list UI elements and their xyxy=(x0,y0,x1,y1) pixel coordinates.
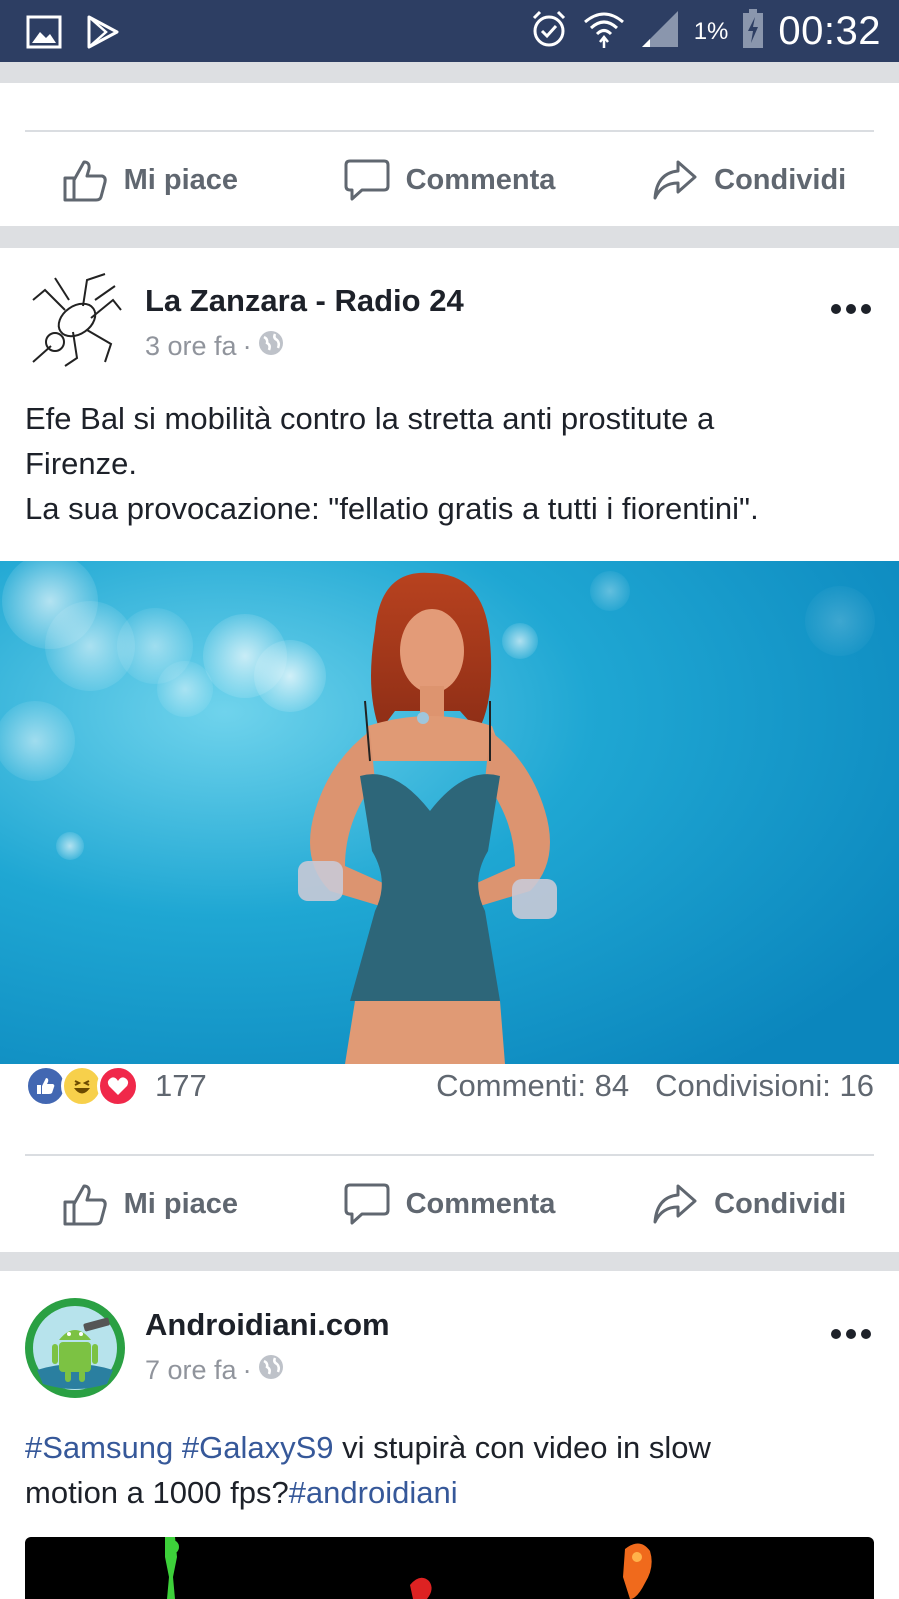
thumb-up-icon xyxy=(62,1182,108,1226)
hashtag-link[interactable]: #androidiani xyxy=(289,1475,458,1510)
action-bar: Mi piace Commenta Condividi xyxy=(0,132,899,228)
hashtag-link[interactable]: #GalaxyS9 xyxy=(182,1430,334,1465)
battery-percent: 1% xyxy=(693,17,729,45)
share-icon xyxy=(652,159,698,201)
page-name[interactable]: La Zanzara - Radio 24 xyxy=(145,283,464,319)
page-avatar[interactable] xyxy=(25,270,125,370)
gallery-icon xyxy=(26,15,62,54)
play-store-icon xyxy=(86,14,120,55)
timestamp: 7 ore fa xyxy=(145,1355,237,1385)
globe-icon xyxy=(258,330,284,363)
separator: · xyxy=(242,1355,252,1385)
battery-charging-icon xyxy=(742,9,764,54)
share-icon xyxy=(652,1183,698,1225)
post-card: Androidiani.com 7 ore fa · #Samsung #Gal… xyxy=(0,1271,899,1599)
like-button[interactable]: Mi piace xyxy=(0,132,300,228)
post-text: Efe Bal si mobilità contro la stretta an… xyxy=(25,396,875,531)
post-time: 7 ore fa · xyxy=(145,1354,284,1387)
comment-icon xyxy=(344,158,390,202)
post-text-line: motion a 1000 fps?#androidiani xyxy=(25,1470,875,1515)
more-icon[interactable] xyxy=(831,1329,871,1339)
comment-label: Commenta xyxy=(405,163,556,196)
post-text: #Samsung #GalaxyS9 vi stupirà con video … xyxy=(25,1425,875,1515)
share-label: Condividi xyxy=(714,163,847,196)
comment-button[interactable]: Commenta xyxy=(300,1156,600,1252)
post-video-thumbnail[interactable] xyxy=(25,1537,874,1599)
like-button[interactable]: Mi piace xyxy=(0,1156,300,1252)
status-bar: 1% 00:32 xyxy=(0,0,899,62)
post-photo[interactable] xyxy=(0,561,899,1064)
love-reaction-icon xyxy=(97,1065,139,1107)
video-paint-splash-preview xyxy=(165,1537,652,1599)
comment-label: Commenta xyxy=(405,1187,556,1220)
more-icon[interactable] xyxy=(831,304,871,314)
page-name[interactable]: Androidiani.com xyxy=(145,1307,390,1343)
comment-icon xyxy=(344,1182,390,1226)
reactions-summary[interactable]: 177 xyxy=(25,1065,207,1107)
share-button[interactable]: Condividi xyxy=(599,132,899,228)
post-text-line: #Samsung #GalaxyS9 vi stupirà con video … xyxy=(25,1425,875,1470)
post-text-line: Firenze. xyxy=(25,446,137,481)
post-text-line: Efe Bal si mobilità contro la stretta an… xyxy=(25,401,715,436)
share-label: Condividi xyxy=(714,1187,847,1220)
post-text-part: vi stupirà con video in slow xyxy=(333,1430,711,1465)
post-card: La Zanzara - Radio 24 3 ore fa · Efe Bal… xyxy=(0,248,899,1252)
separator: · xyxy=(242,331,252,361)
post-text-part: motion a 1000 fps? xyxy=(25,1475,289,1510)
action-bar: Mi piace Commenta Condividi xyxy=(0,1156,899,1252)
shares-count[interactable]: Condivisioni: 16 xyxy=(655,1068,874,1104)
post-time: 3 ore fa · xyxy=(145,330,284,363)
thumb-up-icon xyxy=(62,158,108,202)
share-button[interactable]: Condividi xyxy=(599,1156,899,1252)
like-label: Mi piace xyxy=(123,163,239,196)
hashtag-link[interactable]: #Samsung xyxy=(25,1430,173,1465)
alarm-icon xyxy=(530,9,568,54)
clock: 00:32 xyxy=(778,9,881,53)
timestamp: 3 ore fa xyxy=(145,331,237,361)
like-label: Mi piace xyxy=(123,1187,239,1220)
page-avatar[interactable] xyxy=(25,1298,125,1398)
globe-icon xyxy=(258,1354,284,1387)
mosquito-logo xyxy=(32,273,122,367)
wifi-icon xyxy=(582,8,626,55)
photo-woman-on-blue-bokeh xyxy=(0,561,899,1064)
android-logo xyxy=(33,1306,117,1390)
post-stats: 177 Commenti: 84 Condivisioni: 16 xyxy=(25,1056,874,1116)
previous-post-footer: Mi piace Commenta Condividi xyxy=(0,83,899,226)
post-text-line: La sua provocazione: "fellatio gratis a … xyxy=(25,491,759,526)
comments-count[interactable]: Commenti: 84 xyxy=(436,1068,629,1104)
signal-icon xyxy=(640,9,680,54)
comment-button[interactable]: Commenta xyxy=(300,132,600,228)
reaction-count: 177 xyxy=(155,1068,207,1103)
